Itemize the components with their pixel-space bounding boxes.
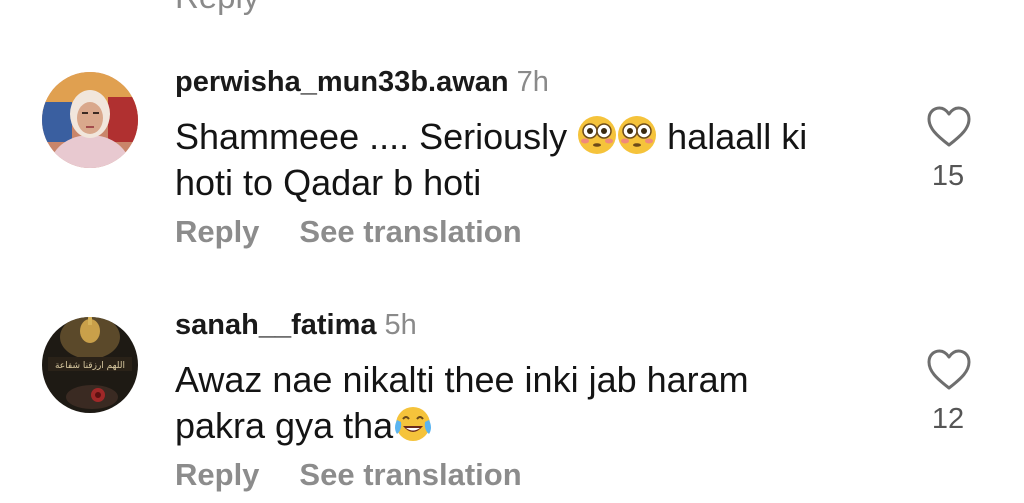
heart-icon[interactable] [926,349,972,391]
like-count: 15 [931,160,965,192]
comment-text: Shammeee .... Seriously halaall ki hoti t… [175,114,875,206]
comment-text: Awaz nae nikalti thee inki jab haram pakr… [175,357,875,449]
previous-reply-link[interactable]: Reply [175,0,259,16]
comment-text-part: Awaz nae nikalti thee inki jab haram [175,359,749,400]
like-count: 12 [931,403,965,435]
reply-button[interactable]: Reply [175,214,259,249]
comment-text-part: halaall ki [657,116,808,157]
reply-button[interactable]: Reply [175,457,259,492]
avatar[interactable] [42,72,138,168]
timestamp: 7h [516,66,549,98]
comment-text-part: hoti to Qadar b hoti [175,162,482,203]
username[interactable]: perwisha_mun33b.awan [175,66,509,98]
see-translation-button[interactable]: See translation [299,214,521,249]
comment-text-part: pakra gya tha [175,405,394,446]
tears-of-joy-emoji-icon [395,407,432,441]
see-translation-button[interactable]: See translation [299,457,521,492]
username[interactable]: sanah__fatima [175,309,377,341]
flushed-face-emoji-icon [578,116,617,154]
heart-icon[interactable] [926,106,972,148]
svg-text:اللهم ارزقنا شفاعة: اللهم ارزقنا شفاعة [55,361,125,371]
timestamp: 5h [384,309,417,341]
flushed-face-emoji-icon [618,116,657,154]
comment-text-part: Shammeee .... Seriously [175,116,578,157]
avatar[interactable]: اللهم ارزقنا شفاعة [42,317,138,413]
